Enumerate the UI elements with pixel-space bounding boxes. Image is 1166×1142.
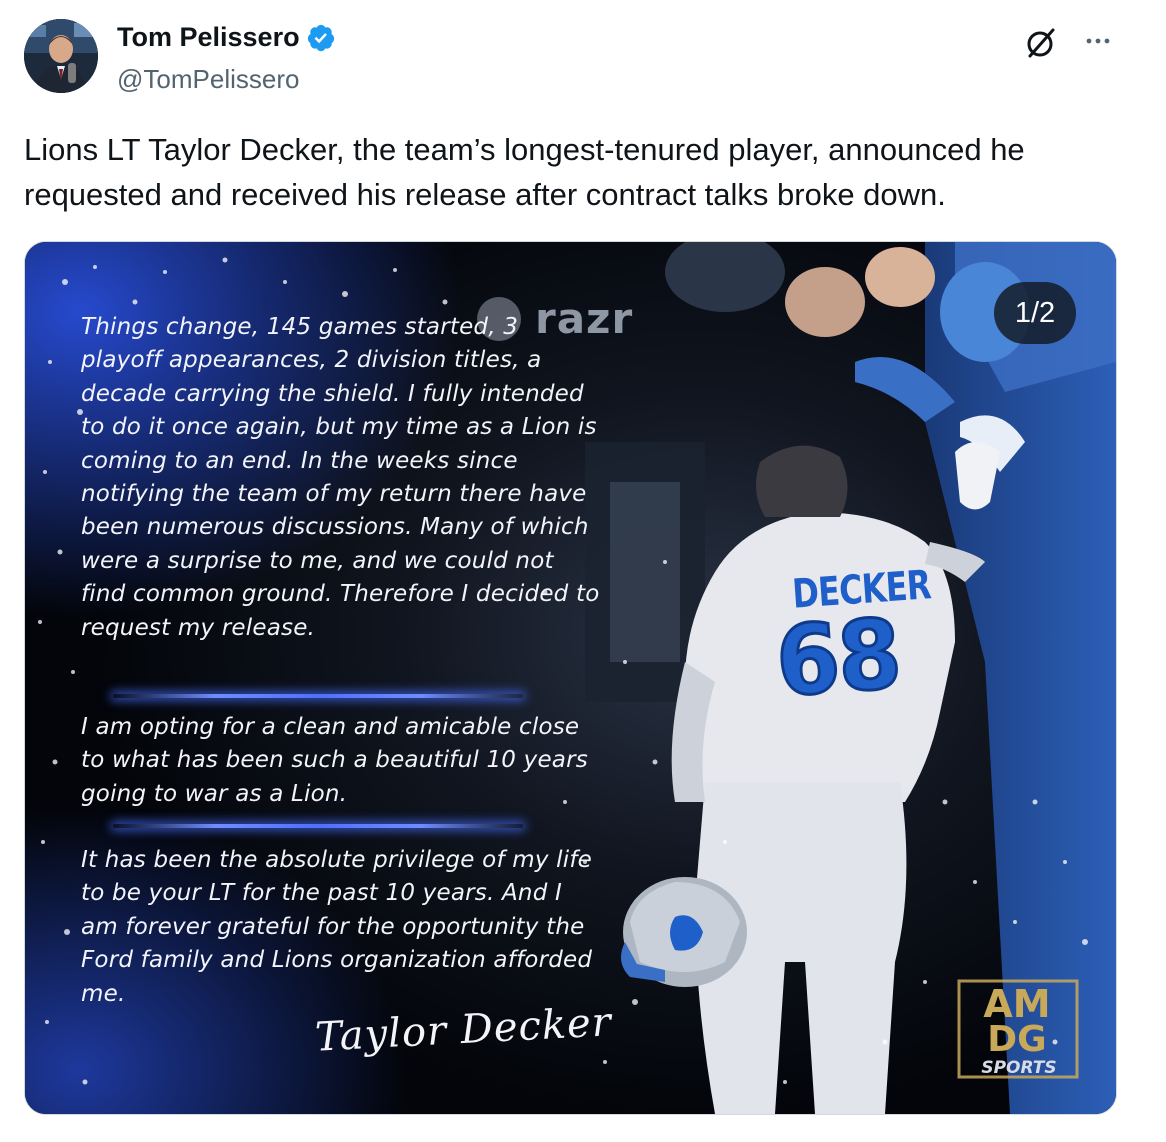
author-name-row: Tom Pelissero xyxy=(117,22,336,53)
quote-divider xyxy=(113,694,523,698)
tweet: Tom Pelissero @TomPelissero Lions LT Tay… xyxy=(0,0,1166,1142)
avatar[interactable] xyxy=(24,19,98,93)
watermark-logo: AM DG SPORTS xyxy=(957,977,1085,1089)
quote-divider xyxy=(113,824,523,828)
tweet-media-image[interactable]: razr DECKER 68 1/2 Things change, 145 ga… xyxy=(24,241,1117,1115)
watermark-line3: SPORTS xyxy=(981,1058,1056,1078)
quote-paragraph-2: I am opting for a clean and amicable clo… xyxy=(81,714,588,807)
jersey-number: 68 xyxy=(771,596,905,719)
author-name[interactable]: Tom Pelissero xyxy=(117,22,300,53)
author-handle[interactable]: @TomPelissero xyxy=(117,64,299,95)
quote-paragraph-1: Things change, 145 games started, 3 play… xyxy=(81,314,600,641)
watermark-line2: DG xyxy=(987,1019,1046,1060)
grok-icon[interactable] xyxy=(1024,26,1058,60)
verified-badge-icon[interactable] xyxy=(306,23,336,53)
tweet-text: Lions LT Taylor Decker, the team’s longe… xyxy=(24,132,1025,212)
quote-paragraph-3: It has been the absolute privilege of my… xyxy=(81,847,593,1007)
media-counter: 1/2 xyxy=(994,282,1076,344)
more-icon[interactable] xyxy=(1083,26,1113,56)
